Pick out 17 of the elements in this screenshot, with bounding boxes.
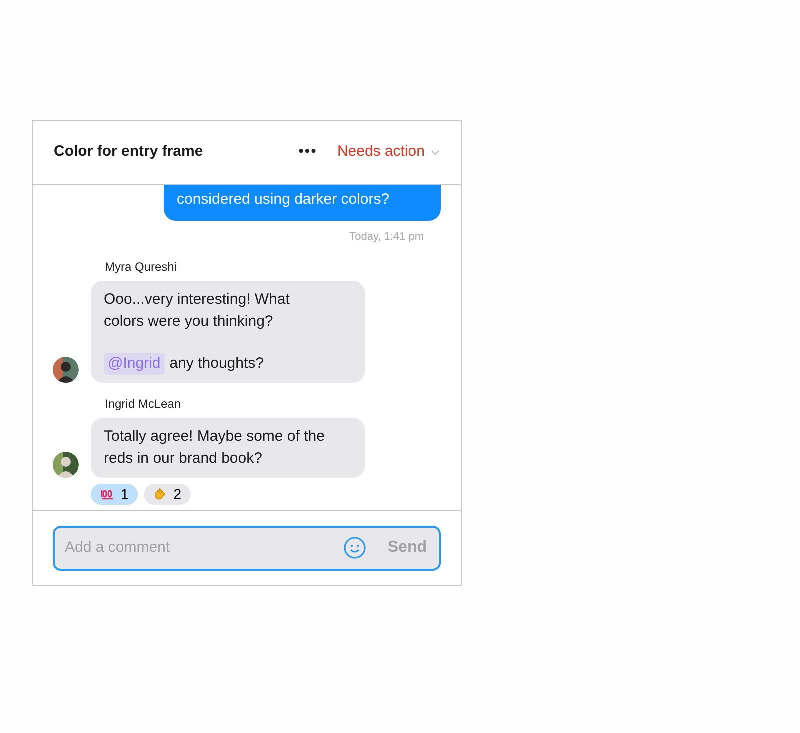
author-name: Myra Qureshi — [105, 258, 178, 276]
status-dropdown[interactable]: Needs action — [337, 141, 440, 164]
smiley-icon[interactable] — [344, 537, 366, 559]
sent-message-bubble: considered using darker colors? — [164, 185, 441, 221]
mention-link[interactable]: @Ingrid — [104, 352, 165, 374]
message-timestamp: Today, 1:41 pm — [350, 230, 424, 245]
message-text: Ooo...very interesting! What colors were you thinking? — [104, 290, 291, 332]
message-text: Totally agree! Maybe some of the reds in our brand book? — [104, 426, 326, 468]
message-text: any thoughts? — [170, 354, 264, 374]
reaction-button[interactable]: 2 — [144, 484, 191, 504]
more-button[interactable]: ••• — [298, 141, 318, 164]
reaction-button[interactable]: 1 — [91, 484, 138, 504]
author-name: Ingrid McLean — [105, 396, 182, 412]
chevron-down-icon — [431, 150, 440, 156]
clapping-hands-icon — [152, 487, 167, 501]
thread-title: Color for entry frame — [54, 142, 204, 162]
hundred-points-icon — [100, 488, 114, 500]
